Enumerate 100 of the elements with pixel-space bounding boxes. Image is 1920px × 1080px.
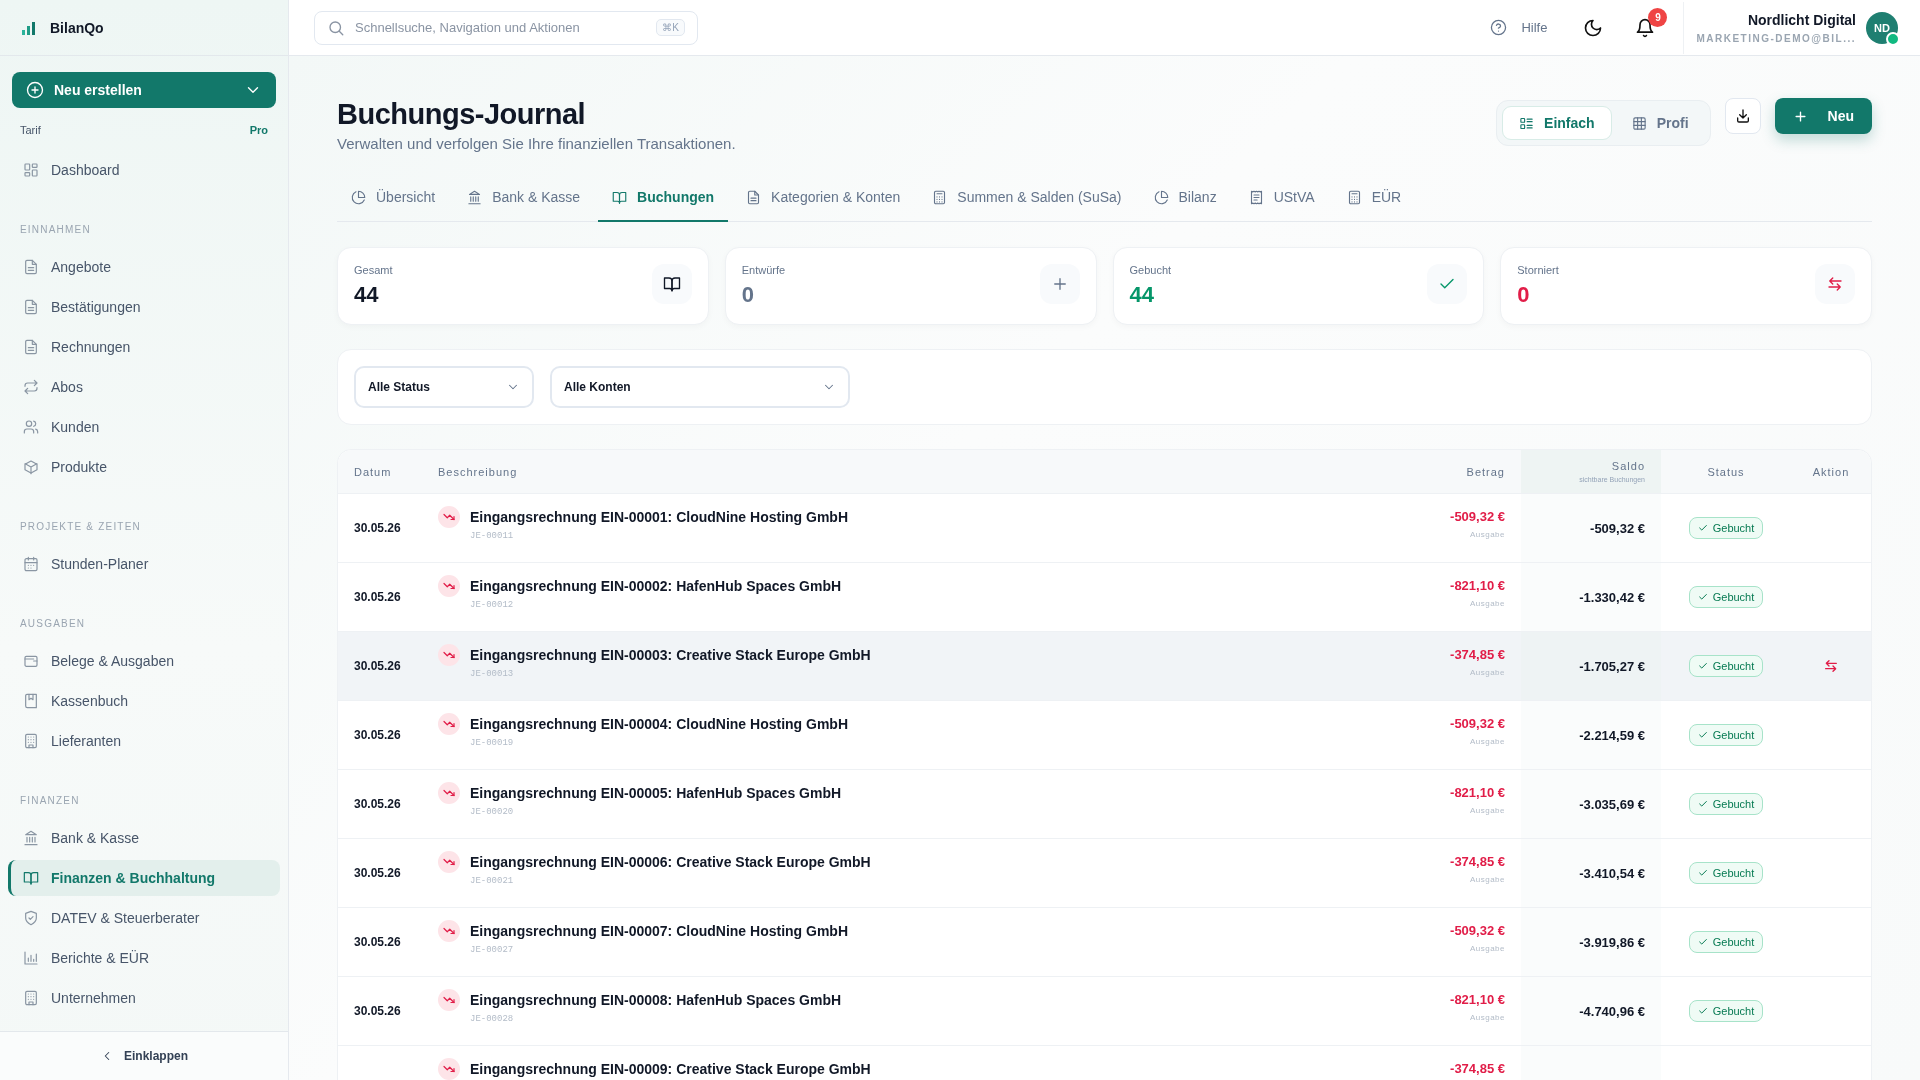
repeat-icon xyxy=(23,379,39,395)
help-icon xyxy=(1490,19,1508,36)
sidebar-item[interactable]: Bestätigungen xyxy=(8,289,280,325)
status-badge: Gebucht xyxy=(1688,655,1764,677)
sidebar-item[interactable]: Lieferanten xyxy=(8,723,280,759)
check-icon xyxy=(1697,730,1708,740)
reverse-icon[interactable] xyxy=(1823,658,1839,674)
tab[interactable]: UStVA xyxy=(1234,174,1329,222)
download-button[interactable] xyxy=(1724,98,1761,134)
stat-value: 44 xyxy=(354,282,380,308)
amount-value: -821,10 € xyxy=(1450,578,1505,593)
status-badge: Gebucht xyxy=(1688,793,1764,815)
bank-icon xyxy=(23,830,39,846)
reference-number: JE-00019 xyxy=(470,738,515,748)
ledger-icon xyxy=(23,693,39,709)
tab[interactable]: Bilanz xyxy=(1139,174,1231,222)
tab[interactable]: Buchungen xyxy=(598,174,729,222)
tab[interactable]: Kategorien & Konten xyxy=(732,174,915,222)
table-icon xyxy=(1631,115,1647,131)
reference-number: JE-00011 xyxy=(470,531,515,541)
sidebar-item[interactable]: Finanzen & Buchhaltung xyxy=(8,860,280,896)
filter-dropdown[interactable]: Alle Status xyxy=(354,366,534,408)
reference-number: JE-00027 xyxy=(470,945,515,955)
date-cell: 30.05.26 xyxy=(354,728,401,742)
description-text: Eingangsrechnung EIN-00007: CloudNine Hosting GmbH xyxy=(470,923,849,939)
sidebar-item[interactable]: Berichte & EÜR xyxy=(8,940,280,976)
date-cell: 30.05.26 xyxy=(354,1004,401,1018)
balance-value: -3.410,54 € xyxy=(1579,865,1645,881)
moon-icon[interactable] xyxy=(1583,17,1604,38)
amount-value: -374,85 € xyxy=(1450,647,1505,662)
tab[interactable]: Summen & Salden (SuSa) xyxy=(918,174,1136,222)
list-icon xyxy=(1519,115,1535,131)
collapse-button[interactable]: Einklappen xyxy=(0,1031,288,1080)
sidebar-item[interactable]: Unternehmen xyxy=(8,980,280,1016)
description-text: Eingangsrechnung EIN-00005: HafenHub Spaces GmbH xyxy=(470,785,842,801)
building-icon xyxy=(23,990,39,1006)
amount-value: -509,32 € xyxy=(1450,716,1505,731)
user-avatar[interactable]: ND xyxy=(1866,11,1898,44)
sidebar-item[interactable]: Bank & Kasse xyxy=(8,820,280,856)
document-icon xyxy=(746,189,762,205)
filter-dropdown[interactable]: Alle Konten xyxy=(550,366,850,408)
view-option[interactable]: Einfach xyxy=(1502,106,1612,140)
column-header: Betrag xyxy=(1465,465,1506,478)
sidebar-item[interactable]: Rechnungen xyxy=(8,329,280,365)
sidebar-item[interactable]: Abos xyxy=(8,369,280,405)
sidebar-item[interactable]: Dashboard xyxy=(8,152,280,188)
table-row[interactable]: 30.05.26 Eingangsrechnung EIN-00005: HafenHub Spaces GmbH JE-00020 -821,10 € Ausgabe -3.035,69 € Gebucht xyxy=(338,770,1871,839)
balance-value: -509,32 € xyxy=(1590,520,1645,536)
table-row[interactable]: 30.05.26 Eingangsrechnung EIN-00004: CloudNine Hosting GmbH JE-00019 -509,32 € Ausgabe -2.214,59 € Gebucht xyxy=(338,701,1871,770)
table-row[interactable]: Eingangsrechnung EIN-00009: Creative Stack Europe GmbH -374,85 € xyxy=(338,1046,1871,1080)
amount-type: Ausgabe xyxy=(1469,806,1505,815)
status-badge: Gebucht xyxy=(1688,586,1764,608)
stat-value: 44 xyxy=(1129,282,1155,308)
reference-number: JE-00020 xyxy=(470,807,515,817)
receipt-icon xyxy=(1248,189,1264,205)
shield-icon xyxy=(23,910,39,926)
table-row[interactable]: 30.05.26 Eingangsrechnung EIN-00007: CloudNine Hosting GmbH JE-00027 -509,32 € Ausgabe -3.919,86 € Gebucht xyxy=(338,908,1871,977)
sidebar-item[interactable]: Kunden xyxy=(8,409,280,445)
check-icon xyxy=(1697,661,1708,671)
amount-type: Ausgabe xyxy=(1469,1013,1505,1022)
description-text: Eingangsrechnung EIN-00009: Creative Stack Europe GmbH xyxy=(470,1061,871,1077)
description-text: Eingangsrechnung EIN-00004: CloudNine Hosting GmbH xyxy=(470,716,849,732)
document-icon xyxy=(23,299,39,315)
amount-value: -509,32 € xyxy=(1450,509,1505,524)
description-text: Eingangsrechnung EIN-00003: Creative Stack Europe GmbH xyxy=(470,647,871,663)
date-cell: 30.05.26 xyxy=(354,866,401,880)
tab[interactable]: EÜR xyxy=(1332,174,1416,222)
tab[interactable]: Übersicht xyxy=(337,174,450,222)
sidebar-item[interactable]: Angebote xyxy=(8,249,280,285)
logo-icon xyxy=(22,20,36,35)
new-button[interactable]: Neu xyxy=(1774,98,1872,134)
sidebar-item[interactable]: DATEV & Steuerberater xyxy=(8,900,280,936)
view-option[interactable]: Profi xyxy=(1615,106,1705,140)
sidebar-item[interactable]: Belege & Ausgaben xyxy=(8,643,280,679)
reference-number: JE-00012 xyxy=(470,600,515,610)
amount-type: Ausgabe xyxy=(1469,599,1505,608)
plan-label: Tarif xyxy=(20,124,41,136)
table-row[interactable]: 30.05.26 Eingangsrechnung EIN-00008: HafenHub Spaces GmbH JE-00028 -821,10 € Ausgabe -4.740,96 € Gebucht xyxy=(338,977,1871,1046)
page-subtitle: Verwalten und verfolgen Sie Ihre finanziellen Transaktionen. xyxy=(337,135,737,152)
plus-icon xyxy=(1792,108,1808,124)
date-cell: 30.05.26 xyxy=(354,521,401,535)
section-heading: PROJEKTE & ZEITEN xyxy=(19,520,142,534)
sidebar-item[interactable]: Produkte xyxy=(8,449,280,485)
description-text: Eingangsrechnung EIN-00006: Creative Stack Europe GmbH xyxy=(470,854,871,870)
create-button[interactable]: Neu erstellen xyxy=(12,72,276,108)
help-button[interactable]: Hilfe xyxy=(1490,19,1548,36)
page-title: Buchungs-Journal xyxy=(337,98,587,131)
amount-type: Ausgabe xyxy=(1469,530,1505,539)
status-badge: Gebucht xyxy=(1688,931,1764,953)
amount-value: -821,10 € xyxy=(1450,785,1505,800)
check-icon xyxy=(1697,592,1708,602)
tab[interactable]: Bank & Kasse xyxy=(453,174,595,222)
check-icon xyxy=(1697,1006,1708,1016)
table-row[interactable]: 30.05.26 Eingangsrechnung EIN-00006: Creative Stack Europe GmbH JE-00021 -374,85 € Ausgabe -3.410,54 € Gebucht xyxy=(338,839,1871,908)
sidebar-item[interactable]: Kassenbuch xyxy=(8,683,280,719)
pie-icon xyxy=(351,189,366,205)
notifications-icon[interactable] xyxy=(1635,17,1656,38)
balance-value: -1.705,27 € xyxy=(1579,658,1645,674)
table-row[interactable]: 30.05.26 Eingangsrechnung EIN-00001: CloudNine Hosting GmbH JE-00011 -509,32 € Ausgabe -509,32 € Gebucht xyxy=(338,494,1871,563)
sidebar-item[interactable]: Stunden-Planer xyxy=(8,546,280,582)
